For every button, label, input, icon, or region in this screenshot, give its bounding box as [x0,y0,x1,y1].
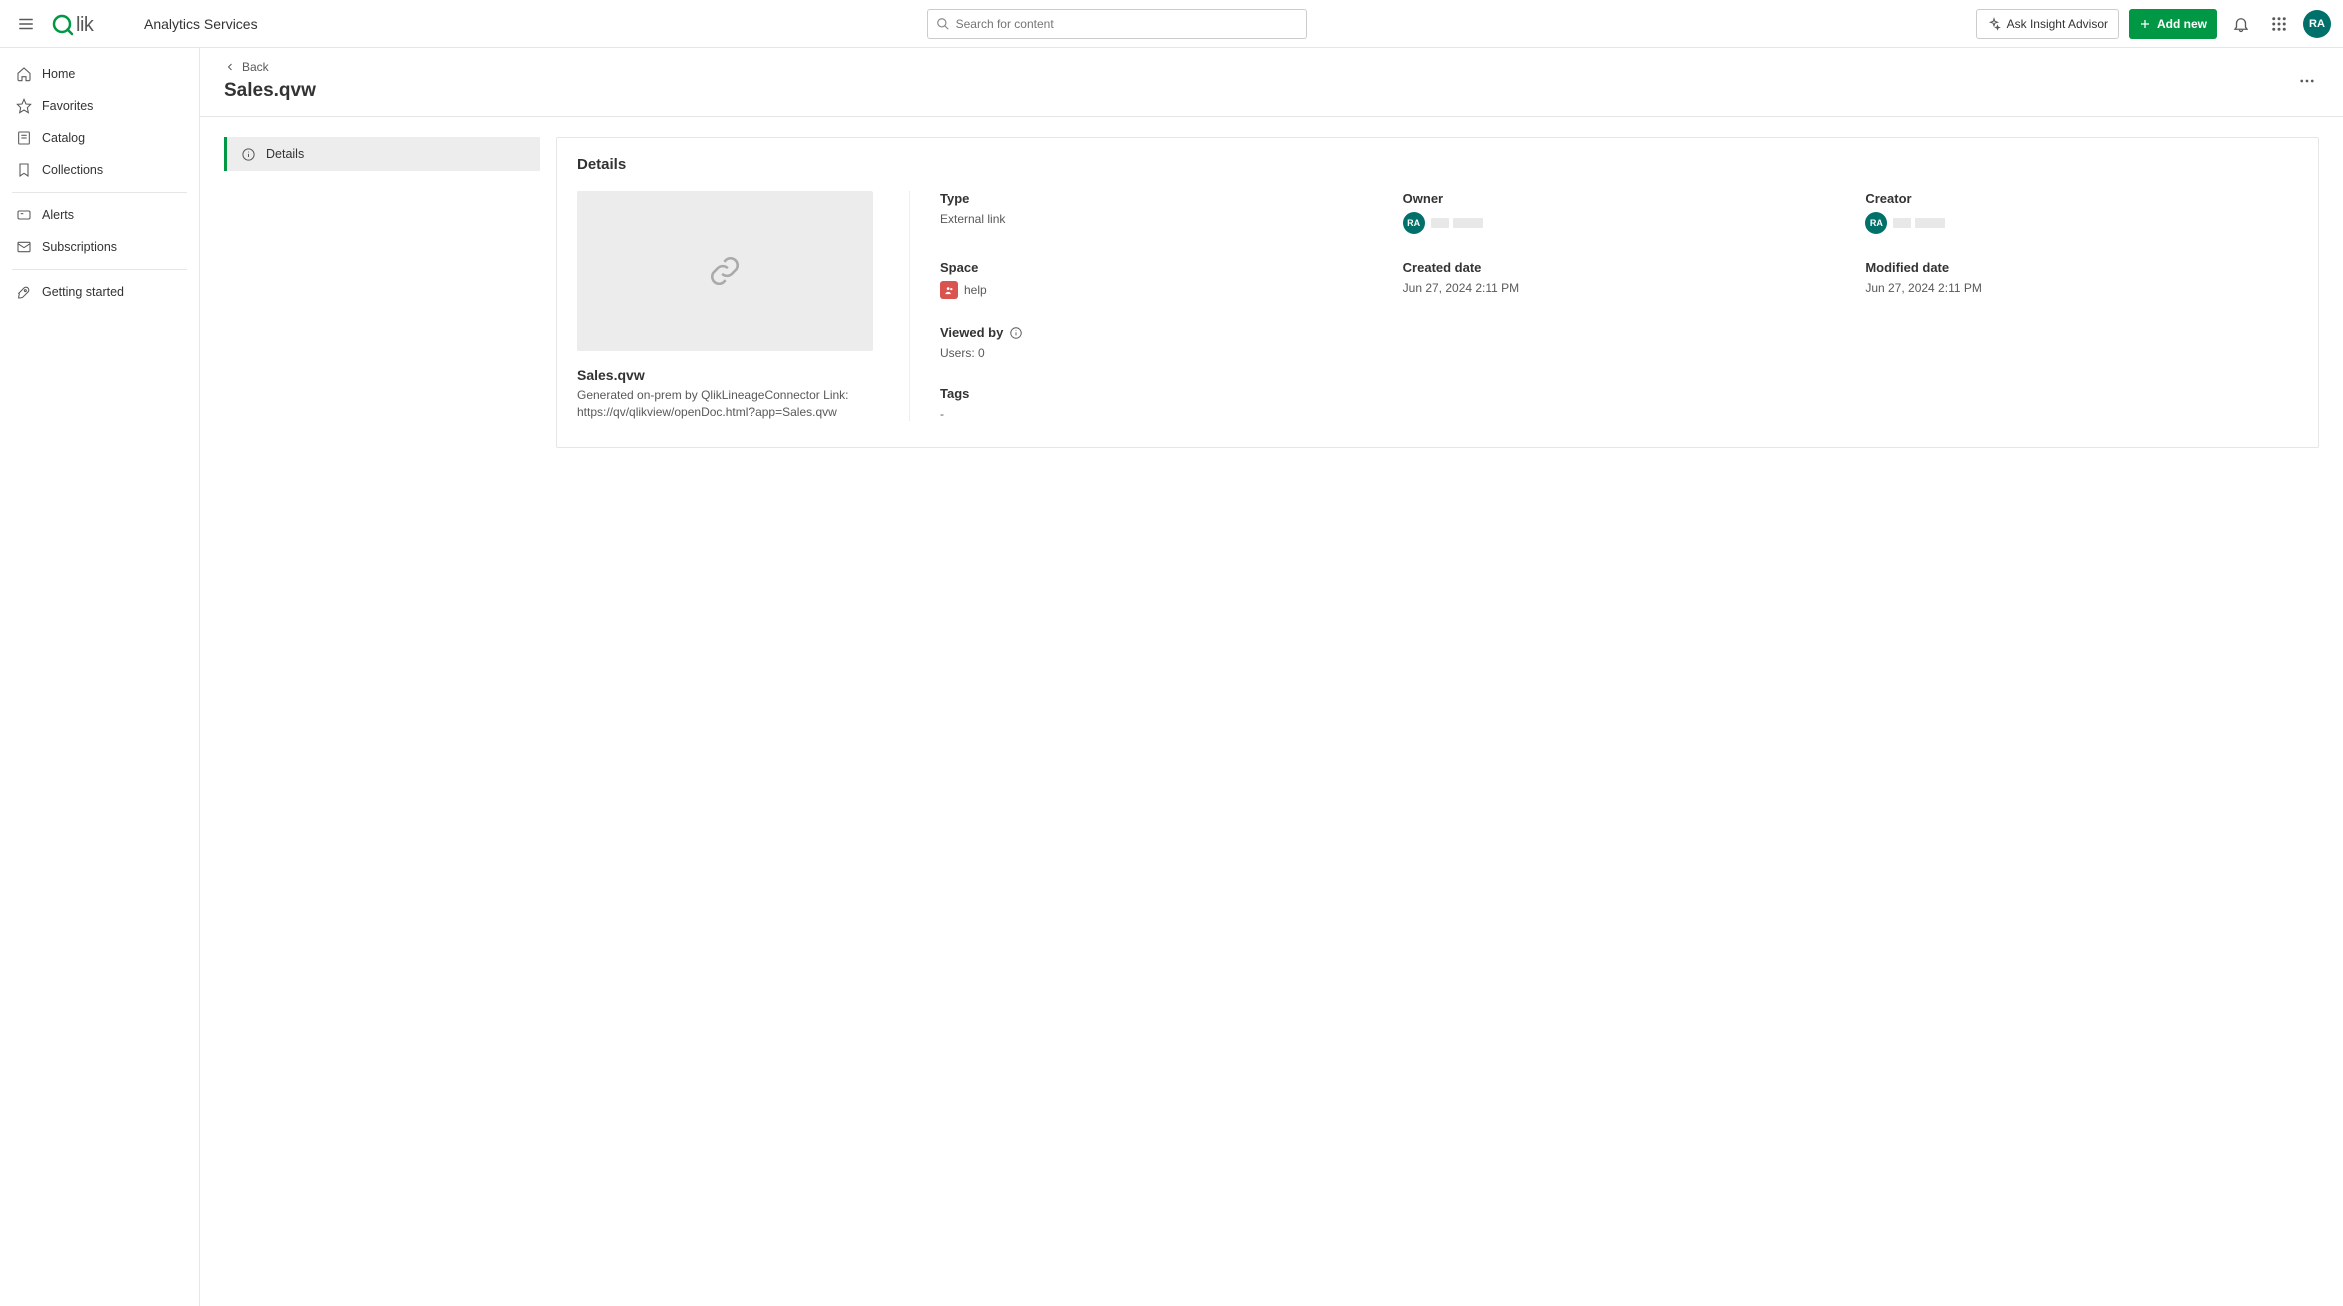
sidebar-item-getting-started[interactable]: Getting started [8,276,191,308]
sidebar-item-label: Collections [42,163,103,177]
meta-label-created: Created date [1403,260,1836,275]
meta-creator: Creator RA [1865,191,2298,234]
meta-tags: Tags - [940,386,1373,421]
ask-insight-advisor-button[interactable]: Ask Insight Advisor [1976,9,2119,39]
panel-title: Details [577,156,2298,173]
ask-insight-label: Ask Insight Advisor [2007,17,2108,31]
sidebar-item-label: Home [42,67,75,81]
sidebar-item-label: Subscriptions [42,240,117,254]
tab-label: Details [266,147,304,161]
meta-label-space: Space [940,260,1373,275]
meta-owner: Owner RA [1403,191,1836,234]
sidebar: Home Favorites Catalog Collections Alert… [0,48,200,1306]
side-tabs: Details [224,137,540,171]
meta-value-type: External link [940,212,1373,226]
sidebar-item-label: Catalog [42,131,85,145]
qlik-logo[interactable]: lik [52,12,122,36]
bell-icon [2232,15,2250,33]
more-horizontal-icon [2298,72,2316,90]
hamburger-menu-button[interactable] [12,10,40,38]
meta-value-created: Jun 27, 2024 2:11 PM [1403,281,1836,295]
creator-avatar: RA [1865,212,1887,234]
meta-space: Space help [940,260,1373,299]
meta-modified-date: Modified date Jun 27, 2024 2:11 PM [1865,260,2298,299]
sidebar-item-home[interactable]: Home [8,58,191,90]
topbar: lik Analytics Services Ask Insight Advis… [0,0,2343,48]
sidebar-item-label: Getting started [42,285,124,299]
catalog-icon [16,130,32,146]
grid-icon [2270,15,2288,33]
page-title: Sales.qvw [224,80,316,102]
meta-value-space[interactable]: help [964,283,987,297]
search-icon [936,17,950,31]
sparkle-icon [1987,17,2001,31]
info-icon[interactable] [1009,326,1023,340]
item-description: Generated on-prem by QlikLineageConnecto… [577,387,873,421]
svg-text:lik: lik [76,14,95,36]
product-name: Analytics Services [144,16,258,32]
collections-icon [16,162,32,178]
back-label: Back [242,60,269,74]
search-box[interactable] [927,9,1307,39]
owner-name-redacted [1431,218,1483,228]
sidebar-item-collections[interactable]: Collections [8,154,191,186]
qlik-logo-icon: lik [52,12,122,36]
star-icon [16,98,32,114]
home-icon [16,66,32,82]
sidebar-item-alerts[interactable]: Alerts [8,199,191,231]
creator-name-redacted [1893,218,1945,228]
meta-label-creator: Creator [1865,191,2298,206]
app-launcher-button[interactable] [2265,10,2293,38]
page-header: Back Sales.qvw [200,48,2343,117]
sidebar-item-favorites[interactable]: Favorites [8,90,191,122]
subscriptions-icon [16,239,32,255]
meta-label-type: Type [940,191,1373,206]
info-icon [241,147,256,162]
search-input[interactable] [956,17,1298,31]
space-badge [940,281,958,299]
back-button[interactable]: Back [224,60,316,74]
sidebar-item-label: Alerts [42,208,74,222]
users-icon [944,285,955,296]
add-new-label: Add new [2157,17,2207,31]
meta-label-tags: Tags [940,386,1373,401]
meta-type: Type External link [940,191,1373,234]
rocket-icon [16,284,32,300]
sidebar-item-label: Favorites [42,99,93,113]
item-title: Sales.qvw [577,367,873,383]
item-thumbnail [577,191,873,351]
add-new-button[interactable]: Add new [2129,9,2217,39]
user-avatar[interactable]: RA [2303,10,2331,38]
more-actions-button[interactable] [2295,69,2319,93]
link-icon [708,254,742,288]
alerts-icon [16,207,32,223]
sidebar-item-catalog[interactable]: Catalog [8,122,191,154]
main-content: Back Sales.qvw Details Details [200,48,2343,1306]
meta-label-modified: Modified date [1865,260,2298,275]
meta-value-viewed-by: Users: 0 [940,346,1373,360]
notifications-button[interactable] [2227,10,2255,38]
sidebar-item-subscriptions[interactable]: Subscriptions [8,231,191,263]
meta-value-modified: Jun 27, 2024 2:11 PM [1865,281,2298,295]
chevron-left-icon [224,61,236,73]
tab-details[interactable]: Details [224,137,540,171]
details-panel: Details Sales.qvw Generated on-prem by Q… [556,137,2319,448]
meta-value-tags: - [940,407,1373,421]
owner-avatar: RA [1403,212,1425,234]
meta-created-date: Created date Jun 27, 2024 2:11 PM [1403,260,1836,299]
meta-viewed-by: Viewed by Users: 0 [940,325,1373,360]
plus-icon [2139,18,2151,30]
hamburger-icon [17,15,35,33]
viewed-by-label-text: Viewed by [940,325,1003,340]
meta-label-owner: Owner [1403,191,1836,206]
meta-label-viewed-by: Viewed by [940,325,1373,340]
